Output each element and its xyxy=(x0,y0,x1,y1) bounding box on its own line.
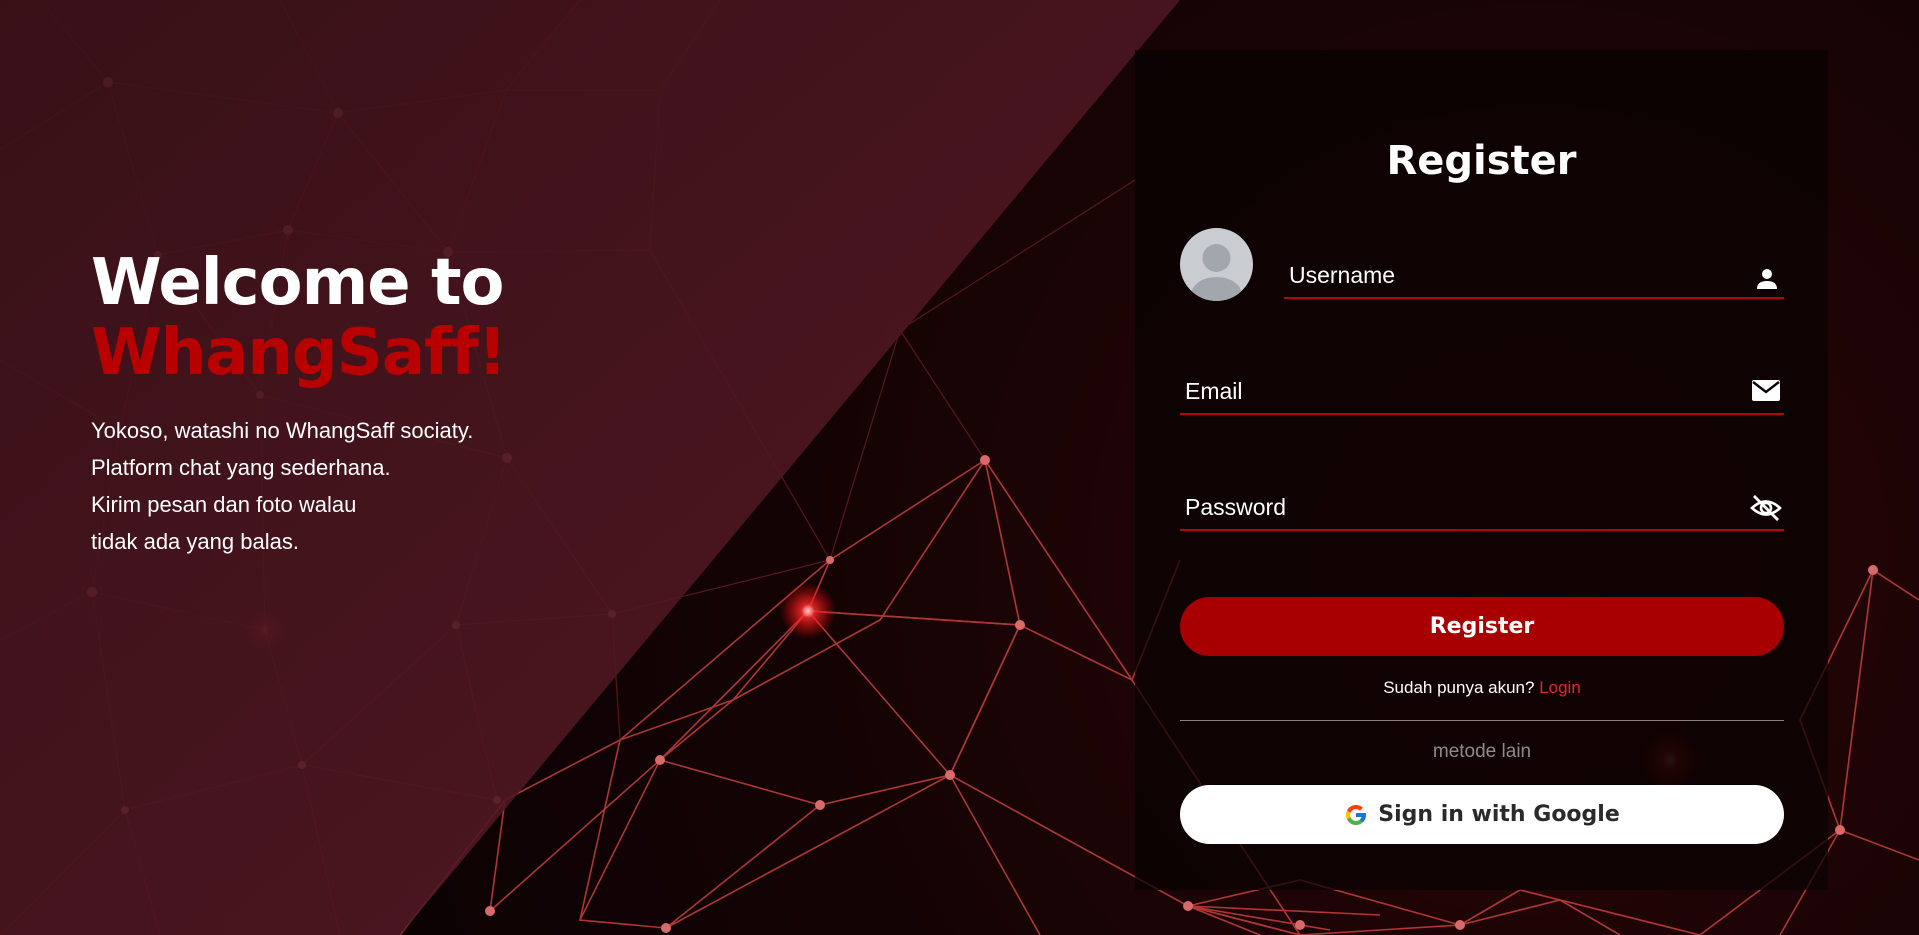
have-account-text: Sudah punya akun? xyxy=(1383,678,1535,697)
brand-name: WhangSaff! xyxy=(91,316,507,390)
username-input[interactable] xyxy=(1284,253,1784,297)
email-input[interactable] xyxy=(1180,369,1784,413)
username-field xyxy=(1284,253,1784,299)
login-prompt: Sudah punya akun? Login xyxy=(1180,678,1784,698)
google-signin-label: Sign in with Google xyxy=(1378,802,1620,827)
hero-description: Yokoso, watashi no WhangSaff sociaty. Pl… xyxy=(91,412,611,560)
hero-section: Welcome to WhangSaff! Yokoso, watashi no… xyxy=(91,248,611,560)
envelope-icon xyxy=(1752,380,1780,401)
register-button[interactable]: Register xyxy=(1180,597,1784,656)
register-page: Welcome to WhangSaff! Yokoso, watashi no… xyxy=(0,0,1919,935)
google-signin-button[interactable]: Sign in with Google xyxy=(1180,785,1784,844)
hero-line: Yokoso, watashi no WhangSaff sociaty. xyxy=(91,418,474,443)
default-avatar-icon[interactable] xyxy=(1180,228,1253,301)
divider xyxy=(1180,720,1784,721)
hero-line: Platform chat yang sederhana. xyxy=(91,455,391,480)
google-g-icon xyxy=(1346,804,1367,825)
hero-heading: Welcome to WhangSaff! xyxy=(91,248,611,388)
password-input[interactable] xyxy=(1180,485,1784,529)
welcome-text: Welcome to xyxy=(91,246,504,320)
user-icon xyxy=(1757,269,1777,289)
hero-line: tidak ada yang balas. xyxy=(91,529,299,554)
email-field xyxy=(1180,369,1784,415)
hero-line: Kirim pesan dan foto walau xyxy=(91,492,357,517)
eye-slash-icon[interactable] xyxy=(1750,493,1782,523)
password-field xyxy=(1180,485,1784,531)
other-methods-label: metode lain xyxy=(1432,741,1532,762)
login-link[interactable]: Login xyxy=(1539,678,1581,697)
form-title: Register xyxy=(1386,138,1577,184)
register-panel: Register xyxy=(1135,50,1828,890)
